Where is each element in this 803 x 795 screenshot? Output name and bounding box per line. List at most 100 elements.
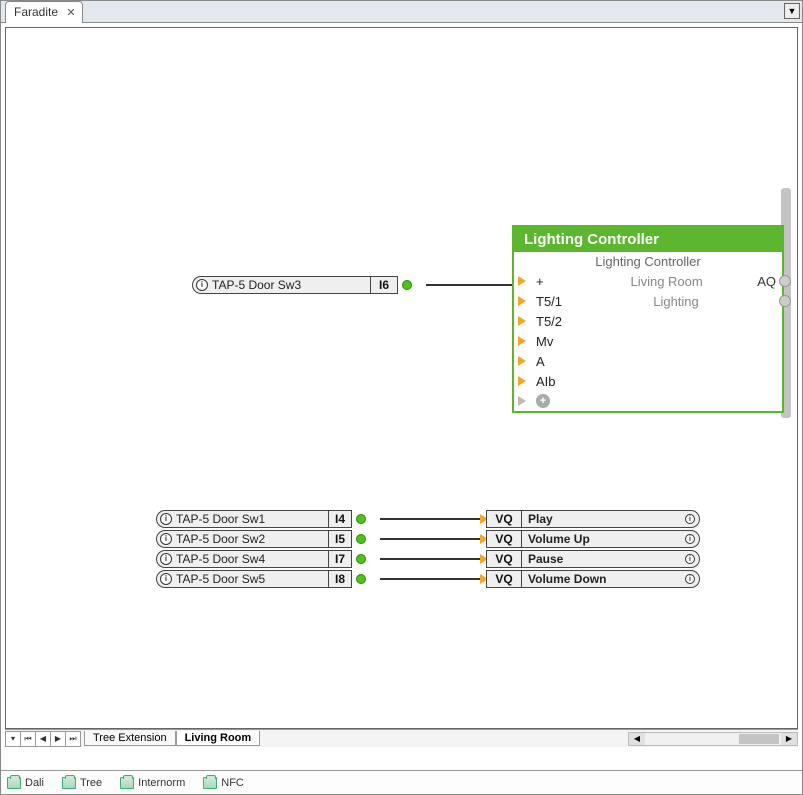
sheet-prev-button[interactable]: ◀ <box>35 731 51 747</box>
row-key: T5/1 <box>536 294 576 309</box>
block-input-ports <box>514 271 530 411</box>
node-input-sw1[interactable]: i TAP-5 Door Sw1 I4 <box>156 510 366 528</box>
package-icon <box>62 777 76 789</box>
node-port: I5 <box>328 530 352 548</box>
node-port: VQ <box>486 550 522 568</box>
block-output-port-aq[interactable] <box>779 275 791 287</box>
block-row-add[interactable]: + <box>530 391 782 411</box>
block-rows: + Living Room AQ T5/1 Lighting T5/2 <box>530 271 782 411</box>
sheet-tab-living-room[interactable]: Living Room <box>176 731 261 746</box>
row-key: Mv <box>536 334 576 349</box>
status-item-nfc[interactable]: NFC <box>203 777 244 789</box>
output-port-dot[interactable] <box>356 514 366 524</box>
tab-bar: Faradite ✕ ▼ <box>1 1 802 23</box>
package-icon <box>203 777 217 789</box>
block-subtitle: Lighting Controller <box>514 252 782 271</box>
row-key: + <box>536 274 576 289</box>
block-row: A <box>530 351 782 371</box>
node-label: TAP-5 Door Sw5 <box>176 572 265 586</box>
info-icon[interactable]: i <box>160 533 172 545</box>
status-item-dali[interactable]: Dali <box>7 777 44 789</box>
output-port-dot[interactable] <box>356 574 366 584</box>
tab-faradite[interactable]: Faradite ✕ <box>5 1 83 23</box>
wire <box>380 518 480 520</box>
block-port-aib[interactable] <box>514 371 530 391</box>
hscroll-left-button[interactable]: ◀ <box>629 733 645 745</box>
sheet-nav: ▾ ⏮ ◀ ▶ ⏭ Tree Extension Living Room ◀ ▶ <box>5 729 798 747</box>
info-icon[interactable]: i <box>685 514 695 524</box>
horizontal-scrollbar[interactable]: ◀ ▶ <box>628 732 798 746</box>
node-output-play[interactable]: VQ Play i <box>480 510 700 528</box>
block-port-mv[interactable] <box>514 331 530 351</box>
sheet-nav-buttons: ▾ ⏮ ◀ ▶ ⏭ <box>5 731 80 747</box>
arrow-icon <box>518 296 526 306</box>
block-port-t52[interactable] <box>514 311 530 331</box>
block-port-t51[interactable] <box>514 291 530 311</box>
output-port-dot[interactable] <box>356 554 366 564</box>
arrow-icon <box>518 316 526 326</box>
node-input-sw3[interactable]: i TAP-5 Door Sw3 I6 <box>192 276 412 294</box>
wire <box>380 578 480 580</box>
info-icon[interactable]: i <box>160 513 172 525</box>
status-label: Tree <box>80 777 102 789</box>
block-row: T5/1 Lighting <box>530 291 782 311</box>
package-icon <box>7 777 21 789</box>
node-label: Volume Up <box>528 532 681 546</box>
sheet-tab-tree-extension[interactable]: Tree Extension <box>84 731 176 746</box>
row-key: T5/2 <box>536 314 576 329</box>
status-label: NFC <box>221 777 244 789</box>
node-port: I6 <box>370 276 398 294</box>
info-icon[interactable]: i <box>160 573 172 585</box>
node-lighting-controller[interactable]: Lighting Controller Lighting Controller <box>512 225 784 413</box>
node-output-volume-down[interactable]: VQ Volume Down i <box>480 570 700 588</box>
block-row: T5/2 <box>530 311 782 331</box>
node-output-pause[interactable]: VQ Pause i <box>480 550 700 568</box>
node-output-volume-up[interactable]: VQ Volume Up i <box>480 530 700 548</box>
row-key: A <box>536 354 576 369</box>
block-output-port-2[interactable] <box>779 295 791 307</box>
node-port: I4 <box>328 510 352 528</box>
sheet-next-button[interactable]: ▶ <box>50 731 66 747</box>
status-item-internorm[interactable]: Internorm <box>120 777 185 789</box>
status-item-tree[interactable]: Tree <box>62 777 102 789</box>
package-icon <box>120 777 134 789</box>
node-input-sw2[interactable]: i TAP-5 Door Sw2 I5 <box>156 530 366 548</box>
node-port: VQ <box>486 510 522 528</box>
horizontal-scrollbar-thumb[interactable] <box>739 734 779 744</box>
block-port-add[interactable] <box>514 391 530 411</box>
hscroll-right-button[interactable]: ▶ <box>781 733 797 745</box>
close-icon[interactable]: ✕ <box>64 5 78 19</box>
block-port-a[interactable] <box>514 351 530 371</box>
block-port-plus[interactable] <box>514 271 530 291</box>
output-port-dot[interactable] <box>356 534 366 544</box>
info-icon[interactable]: i <box>685 574 695 584</box>
output-port-dot[interactable] <box>402 280 412 290</box>
info-icon[interactable]: i <box>685 534 695 544</box>
arrow-icon <box>518 376 526 386</box>
info-icon[interactable]: i <box>196 279 208 291</box>
node-label: Pause <box>528 552 681 566</box>
node-port: I8 <box>328 570 352 588</box>
plus-icon[interactable]: + <box>536 394 550 408</box>
arrow-icon <box>518 396 526 406</box>
diagram-canvas[interactable]: i TAP-5 Door Sw3 I6 Lighting Controller … <box>5 27 798 729</box>
arrow-icon <box>518 276 526 286</box>
node-label: TAP-5 Door Sw1 <box>176 512 265 526</box>
status-bar: Dali Tree Internorm NFC <box>1 770 802 794</box>
node-label: Volume Down <box>528 572 681 586</box>
row-center: Living Room <box>586 274 747 289</box>
node-label: TAP-5 Door Sw3 <box>212 278 301 292</box>
node-input-sw5[interactable]: i TAP-5 Door Sw5 I8 <box>156 570 366 588</box>
status-label: Internorm <box>138 777 185 789</box>
info-icon[interactable]: i <box>685 554 695 564</box>
sheet-first-button[interactable]: ⏮ <box>20 731 36 747</box>
arrow-icon <box>518 356 526 366</box>
row-right: AQ <box>757 274 776 289</box>
sheet-last-button[interactable]: ⏭ <box>65 731 81 747</box>
info-icon[interactable]: i <box>160 553 172 565</box>
node-input-sw4[interactable]: i TAP-5 Door Sw4 I7 <box>156 550 366 568</box>
block-row: AIb <box>530 371 782 391</box>
tab-dropdown-button[interactable]: ▼ <box>784 3 800 19</box>
canvas-wrap: i TAP-5 Door Sw3 I6 Lighting Controller … <box>1 23 802 747</box>
sheet-menu-button[interactable]: ▾ <box>5 731 21 747</box>
